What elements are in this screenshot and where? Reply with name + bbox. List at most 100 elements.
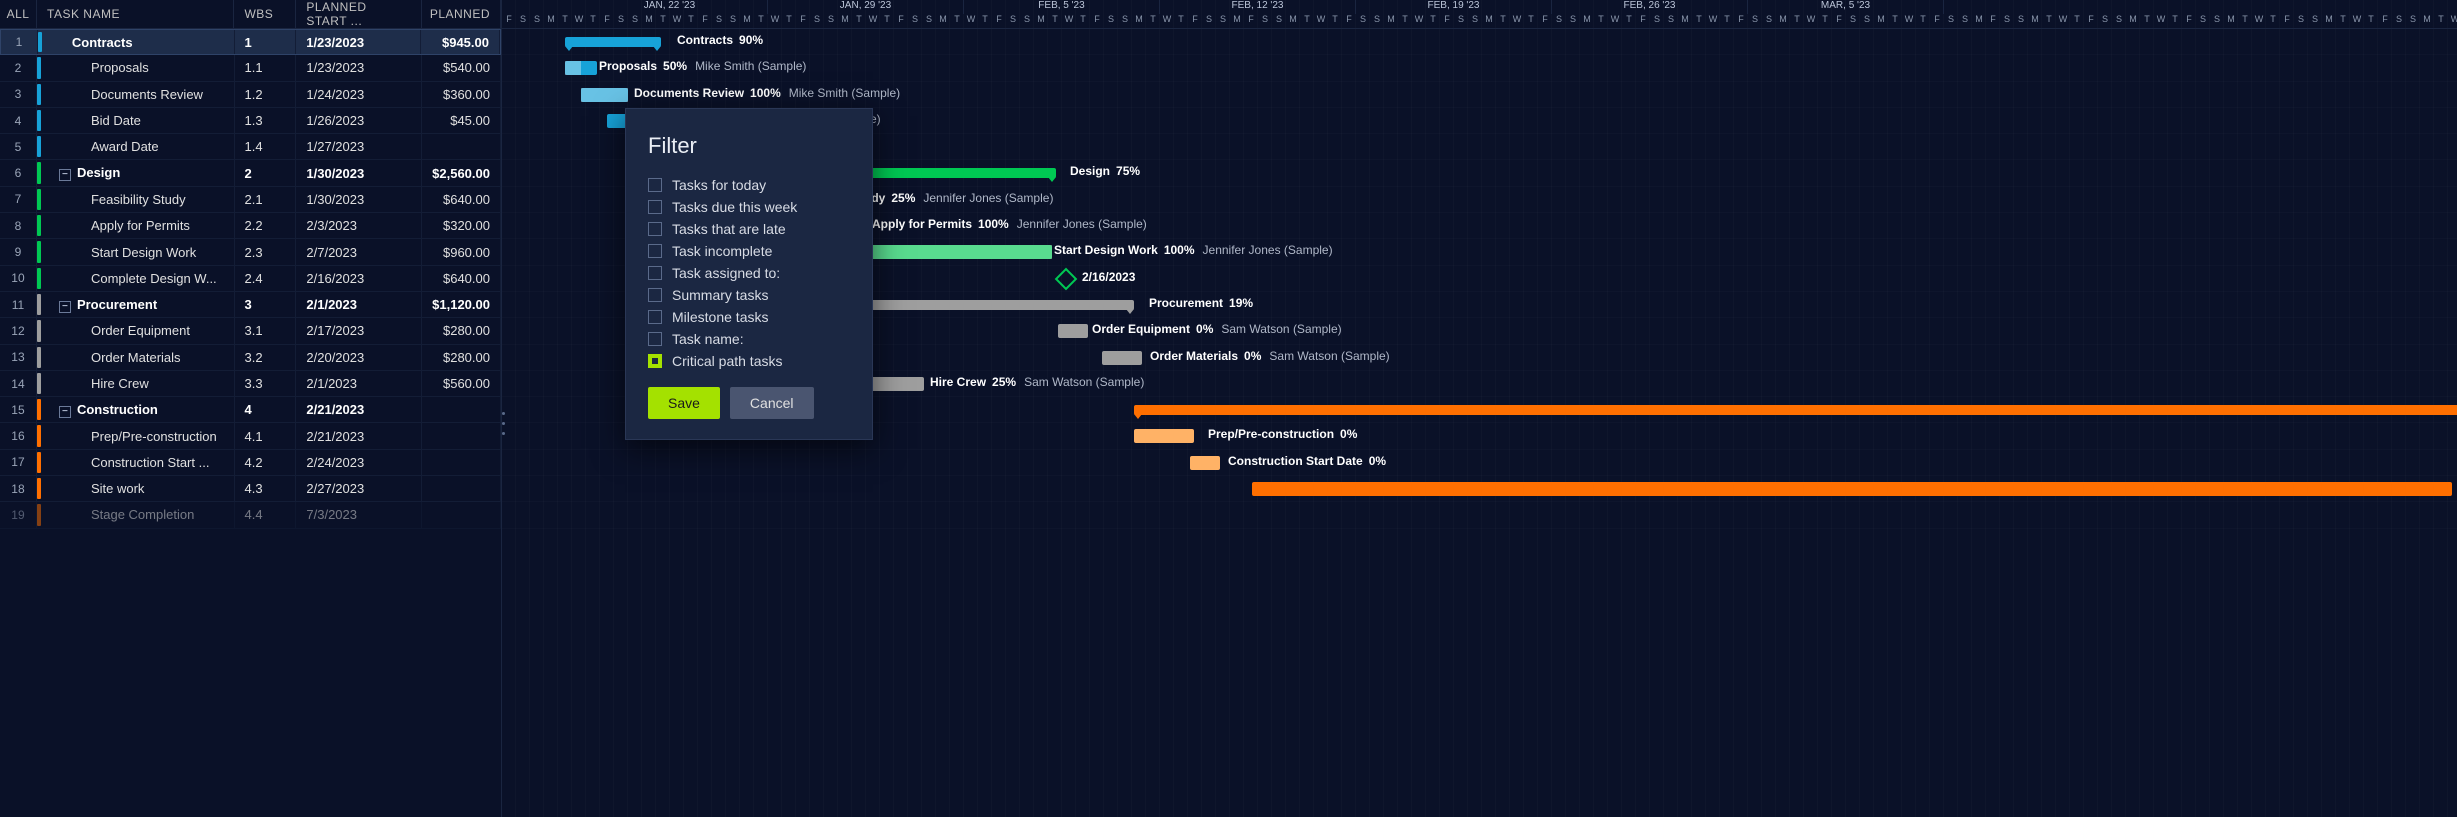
task-bar[interactable] <box>1252 482 2452 496</box>
col-all[interactable]: ALL <box>0 0 37 28</box>
checkbox-icon[interactable] <box>648 200 662 214</box>
table-row[interactable]: 16Prep/Pre-construction4.12/21/2023 <box>0 423 501 449</box>
gantt-row: Documents Review100%Mike Smith (Sample) <box>502 82 2457 108</box>
table-row[interactable]: 6−Design21/30/2023$2,560.00 <box>0 160 501 186</box>
table-row[interactable]: 2Proposals1.11/23/2023$540.00 <box>0 55 501 81</box>
table-row[interactable]: 12Order Equipment3.12/17/2023$280.00 <box>0 318 501 344</box>
task-name-cell[interactable]: Contracts <box>38 30 235 54</box>
table-row[interactable]: 15−Construction42/21/2023 <box>0 397 501 423</box>
timeline-day: W <box>1160 14 1174 28</box>
filter-option[interactable]: Task assigned to: <box>648 265 850 281</box>
checkbox-icon[interactable] <box>648 178 662 192</box>
timeline-day: S <box>1258 14 1272 28</box>
table-row[interactable]: 17Construction Start ...4.22/24/2023 <box>0 450 501 476</box>
summary-bar[interactable] <box>565 37 661 47</box>
timeline-day: T <box>1174 14 1188 28</box>
filter-option[interactable]: Tasks due this week <box>648 199 850 215</box>
task-bar[interactable] <box>1058 324 1088 338</box>
collapse-icon[interactable]: − <box>59 301 71 313</box>
col-task-name[interactable]: TASK NAME <box>37 0 234 28</box>
task-name-cell[interactable]: −Construction <box>37 397 235 422</box>
table-row[interactable]: 19Stage Completion4.47/3/2023 <box>0 502 501 528</box>
table-row[interactable]: 11−Procurement32/1/2023$1,120.00 <box>0 292 501 318</box>
filter-option[interactable]: Critical path tasks <box>648 353 850 369</box>
table-row[interactable]: 7Feasibility Study2.11/30/2023$640.00 <box>0 187 501 213</box>
table-row[interactable]: 4Bid Date1.31/26/2023$45.00 <box>0 108 501 134</box>
checkbox-icon[interactable] <box>648 310 662 324</box>
task-name-cell[interactable]: Start Design Work <box>37 239 235 264</box>
timeline-day: F <box>2182 14 2196 28</box>
timeline-day: T <box>2238 14 2252 28</box>
col-planned-start[interactable]: PLANNED START ... <box>296 0 422 28</box>
timeline-day: T <box>1692 14 1706 28</box>
checkbox-icon[interactable] <box>648 354 662 368</box>
checkbox-icon[interactable] <box>648 266 662 280</box>
task-name-cell[interactable]: Feasibility Study <box>37 187 235 212</box>
filter-option-label: Summary tasks <box>672 287 768 303</box>
checkbox-icon[interactable] <box>648 222 662 236</box>
timeline-day: S <box>1958 14 1972 28</box>
table-row[interactable]: 1Contracts11/23/2023$945.00 <box>0 29 501 55</box>
col-wbs[interactable]: WBS <box>234 0 296 28</box>
task-name-cell[interactable]: Award Date <box>37 134 235 159</box>
start-date-cell: 1/27/2023 <box>296 134 422 159</box>
save-button[interactable]: Save <box>648 387 720 419</box>
task-bar[interactable] <box>1134 429 1194 443</box>
task-bar[interactable] <box>581 88 628 102</box>
filter-option[interactable]: Tasks for today <box>648 177 850 193</box>
panel-splitter[interactable] <box>500 409 506 439</box>
summary-bar[interactable] <box>1134 405 2457 415</box>
checkbox-icon[interactable] <box>648 244 662 258</box>
task-name-cell[interactable]: Apply for Permits <box>37 213 235 238</box>
task-name-cell[interactable]: −Design <box>37 160 235 185</box>
table-row[interactable]: 3Documents Review1.21/24/2023$360.00 <box>0 82 501 108</box>
timeline-day: M <box>1972 14 1986 28</box>
col-planned[interactable]: PLANNED <box>422 0 501 28</box>
task-name-cell[interactable]: Bid Date <box>37 108 235 133</box>
collapse-icon[interactable]: − <box>59 406 71 418</box>
start-date-cell: 2/27/2023 <box>296 476 422 501</box>
filter-option[interactable]: Tasks that are late <box>648 221 850 237</box>
filter-option[interactable]: Milestone tasks <box>648 309 850 325</box>
task-name-cell[interactable]: Complete Design W... <box>37 266 235 291</box>
cancel-button[interactable]: Cancel <box>730 387 814 419</box>
checkbox-icon[interactable] <box>648 332 662 346</box>
wbs-cell: 1.3 <box>235 108 297 133</box>
task-name-cell[interactable]: Construction Start ... <box>37 450 235 475</box>
task-name-cell[interactable]: Documents Review <box>37 82 235 107</box>
table-row[interactable]: 8Apply for Permits2.22/3/2023$320.00 <box>0 213 501 239</box>
table-row[interactable]: 14Hire Crew3.32/1/2023$560.00 <box>0 371 501 397</box>
task-bar[interactable] <box>1190 456 1220 470</box>
table-row[interactable]: 13Order Materials3.22/20/2023$280.00 <box>0 345 501 371</box>
task-name-cell[interactable]: −Procurement <box>37 292 235 317</box>
timeline-day: S <box>1272 14 1286 28</box>
table-row[interactable]: 5Award Date1.41/27/2023 <box>0 134 501 160</box>
milestone-icon[interactable] <box>1055 267 1078 290</box>
task-name-cell[interactable]: Site work <box>37 476 235 501</box>
timeline-day: F <box>2378 14 2392 28</box>
checkbox-icon[interactable] <box>648 288 662 302</box>
task-bar[interactable] <box>1102 351 1142 365</box>
bar-label: Start Design Work100%Jennifer Jones (Sam… <box>1054 243 1333 257</box>
task-name-cell[interactable]: Order Materials <box>37 345 235 370</box>
filter-option[interactable]: Summary tasks <box>648 287 850 303</box>
task-bar[interactable] <box>607 114 627 128</box>
table-row[interactable]: 10Complete Design W...2.42/16/2023$640.0… <box>0 266 501 292</box>
filter-option[interactable]: Task name: <box>648 331 850 347</box>
task-name-cell[interactable]: Hire Crew <box>37 371 235 396</box>
task-name-cell[interactable]: Prep/Pre-construction <box>37 423 235 448</box>
collapse-icon[interactable]: − <box>59 169 71 181</box>
task-name-cell[interactable]: Stage Completion <box>37 502 235 527</box>
row-number: 8 <box>0 213 37 238</box>
timeline-day: T <box>2140 14 2154 28</box>
filter-option[interactable]: Task incomplete <box>648 243 850 259</box>
timeline-day: T <box>1076 14 1090 28</box>
task-bar[interactable] <box>565 61 597 75</box>
table-row[interactable]: 18Site work4.32/27/2023 <box>0 476 501 502</box>
table-row[interactable]: 9Start Design Work2.32/7/2023$960.00 <box>0 239 501 265</box>
wbs-cell: 3.2 <box>235 345 297 370</box>
timeline-day: W <box>1062 14 1076 28</box>
timeline-day: F <box>992 14 1006 28</box>
task-name-cell[interactable]: Proposals <box>37 55 235 80</box>
task-name-cell[interactable]: Order Equipment <box>37 318 235 343</box>
